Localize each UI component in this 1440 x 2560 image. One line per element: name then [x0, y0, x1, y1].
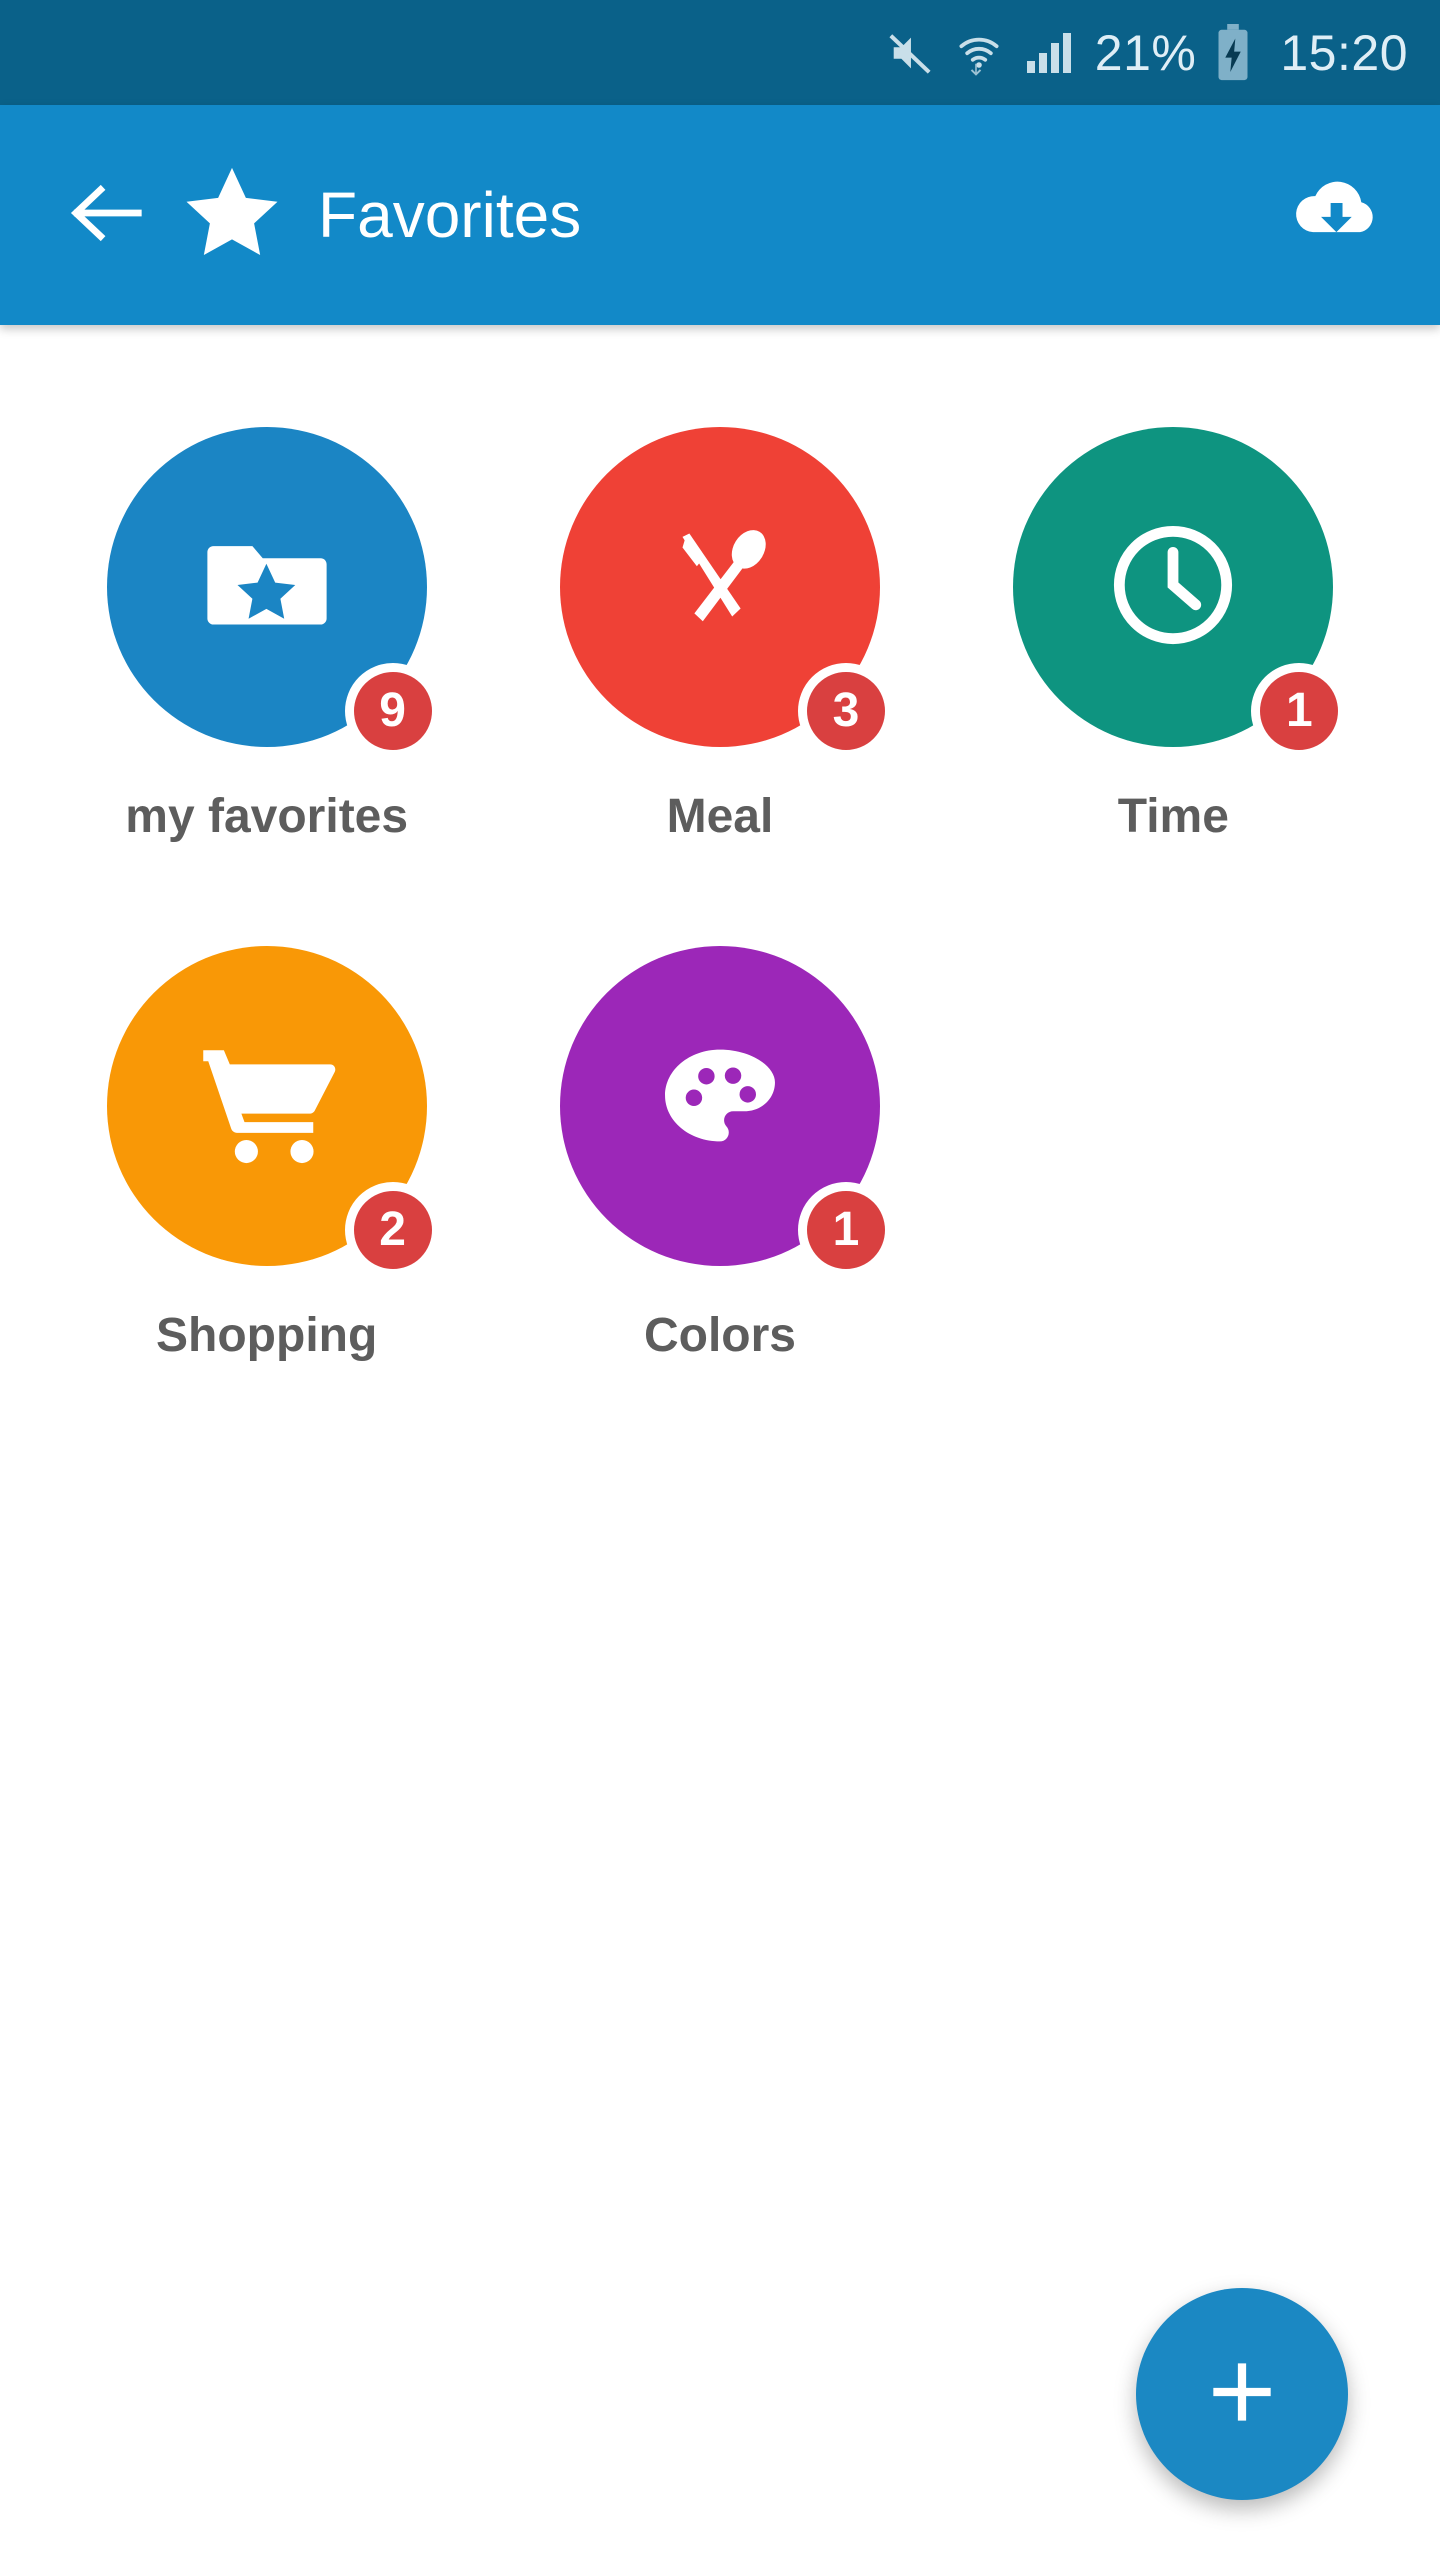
- category-label: Colors: [643, 1309, 796, 1362]
- category-tile-shopping[interactable]: 2 Shopping: [40, 844, 493, 1363]
- category-badge: 2: [344, 1182, 441, 1278]
- category-grid: 9 my favorites 3 Meal 1 Time 2 Shopping …: [0, 325, 1440, 1363]
- add-favorite-fab[interactable]: [1136, 2288, 1348, 2500]
- shopping-cart-icon: [192, 1029, 342, 1184]
- clock-icon: [1103, 515, 1243, 660]
- content-area: 9 my favorites 3 Meal 1 Time 2 Shopping …: [0, 325, 1440, 2560]
- status-bar: 21% 15:20: [0, 0, 1440, 105]
- status-bar-clock: 15:20: [1280, 24, 1408, 81]
- battery-percent-label: 21%: [1094, 24, 1197, 81]
- battery-charging-icon: [1214, 23, 1252, 82]
- category-badge: 1: [797, 1182, 894, 1278]
- category-tile-my-favorites[interactable]: 9 my favorites: [40, 325, 493, 844]
- back-button[interactable]: [46, 155, 166, 275]
- category-circle-wrap: 2: [106, 946, 441, 1278]
- category-circle-wrap: 1: [1013, 427, 1348, 759]
- plus-icon: [1199, 2349, 1285, 2440]
- folder-star-icon: [194, 512, 340, 663]
- category-circle-wrap: 1: [559, 946, 894, 1278]
- category-badge: 1: [1251, 663, 1348, 759]
- category-circle-wrap: 9: [106, 427, 441, 759]
- app-screen: 21% 15:20 Favorites 9 my favorites 3 Mea…: [0, 0, 1440, 2560]
- category-badge: 9: [344, 663, 441, 759]
- back-arrow-icon: [63, 170, 149, 261]
- category-label: Time: [1117, 790, 1229, 843]
- page-title: Favorites: [318, 179, 582, 251]
- wifi-data-icon: [955, 29, 1003, 77]
- app-bar: Favorites: [0, 105, 1440, 325]
- cloud-download-icon: [1290, 167, 1382, 264]
- category-tile-meal[interactable]: 3 Meal: [493, 325, 946, 844]
- category-badge: 3: [797, 663, 894, 759]
- cutlery-icon: [645, 510, 795, 665]
- cellular-signal-icon: [1025, 31, 1073, 75]
- category-tile-time[interactable]: 1 Time: [947, 325, 1400, 844]
- category-label: Meal: [666, 790, 774, 843]
- grid-empty-cell: [947, 844, 1400, 1363]
- category-circle-wrap: 3: [559, 427, 894, 759]
- star-icon: [180, 161, 284, 270]
- title-star-badge: [180, 161, 284, 270]
- category-label: my favorites: [125, 790, 409, 843]
- category-label: Shopping: [156, 1309, 378, 1362]
- cloud-download-button[interactable]: [1276, 155, 1396, 275]
- palette-icon: [652, 1036, 788, 1177]
- mute-icon: [887, 30, 933, 76]
- category-tile-colors[interactable]: 1 Colors: [493, 844, 946, 1363]
